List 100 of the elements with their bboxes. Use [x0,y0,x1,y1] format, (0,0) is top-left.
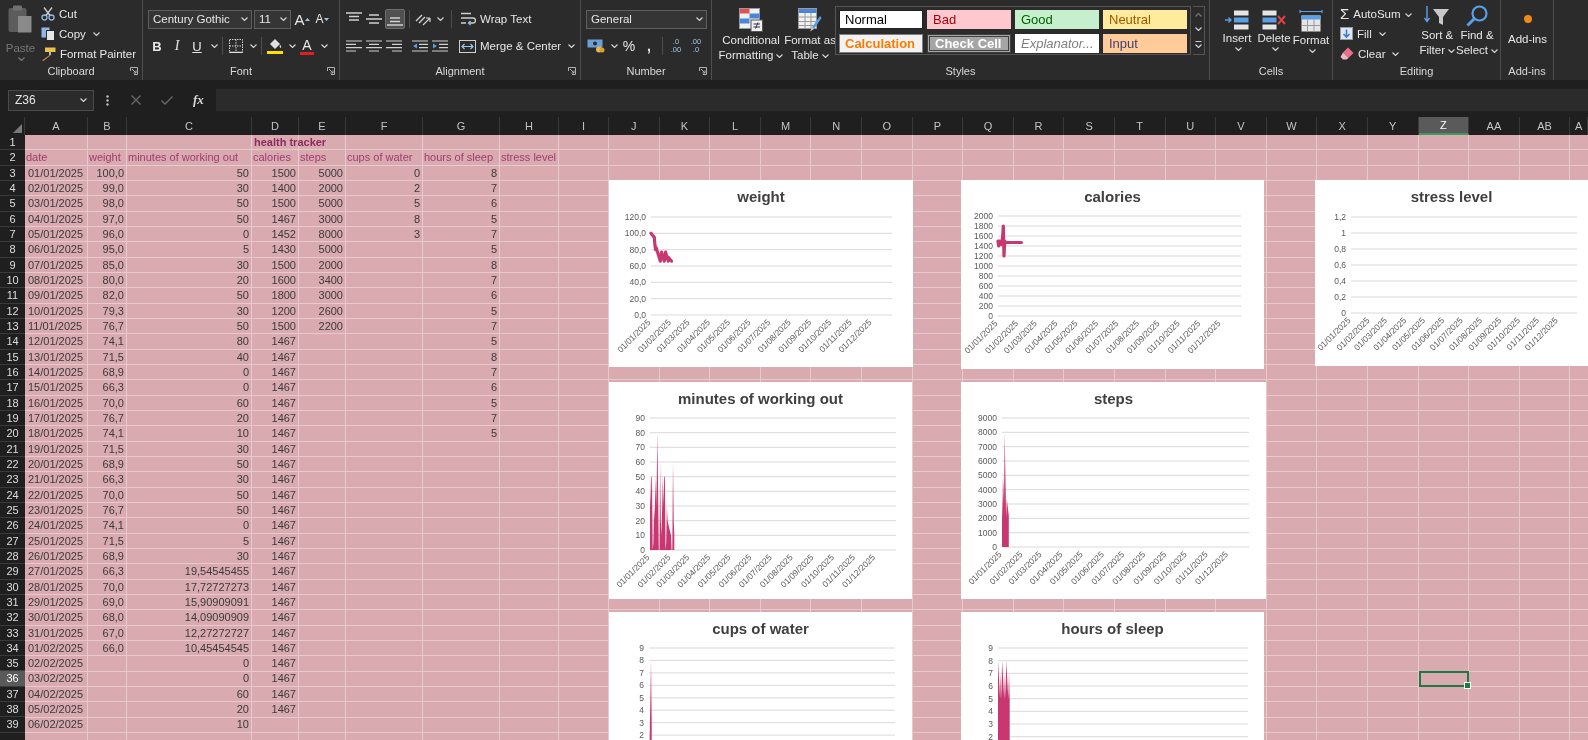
insert-cells-button[interactable]: Insert [1220,8,1254,68]
column-header[interactable]: Y [1367,117,1419,135]
row-header[interactable]: 11 [0,288,25,304]
scroll-up-icon[interactable] [1195,13,1202,17]
format-cells-button[interactable]: Format [1294,8,1328,68]
column-header[interactable]: C [127,117,252,135]
row-header[interactable]: 1 [0,135,25,151]
comma-style-button[interactable]: , [640,36,658,56]
column-header[interactable]: T [1114,117,1166,135]
close-icon[interactable] [131,95,141,105]
name-box[interactable]: Z36 [8,89,94,111]
clear-button[interactable]: Clear [1338,44,1415,63]
merge-center-button[interactable]: Merge & Center [457,36,578,56]
font-color-button[interactable]: A [298,36,316,56]
font-size-dropdown[interactable]: 11 [254,9,291,29]
caret-icon[interactable] [211,44,218,48]
column-header[interactable]: AB [1519,117,1571,135]
column-header[interactable]: E [299,117,346,135]
column-header[interactable]: A [25,117,88,135]
cell-style-option[interactable]: Normal [839,10,923,29]
row-header[interactable]: 14 [0,334,25,350]
cut-button[interactable]: Cut [38,4,138,23]
cell-style-option[interactable]: Input [1103,34,1187,53]
sort-filter-button[interactable]: Sort & Filter [1419,3,1455,63]
column-header[interactable]: M [760,117,812,135]
column-header[interactable]: H [500,117,559,135]
cell-style-option[interactable]: Explanator... [1015,34,1099,53]
fill-button[interactable]: Fill [1338,24,1415,43]
column-header[interactable]: AA [1469,117,1520,135]
format-painter-button[interactable]: Format Painter [38,44,138,63]
expand-gallery-icon[interactable] [1195,41,1202,48]
row-header[interactable]: 17 [0,380,25,396]
caret-icon[interactable] [611,44,618,48]
row-header[interactable]: 29 [0,564,25,580]
cell-style-option[interactable]: Neutral [1103,10,1187,29]
bold-button[interactable]: B [148,36,166,56]
wrap-text-button[interactable]: Wrap Text [459,9,534,29]
caret-icon[interactable] [321,44,328,48]
find-select-button[interactable]: Find & Select [1458,3,1496,63]
checkmark-icon[interactable] [161,95,173,105]
column-header[interactable]: J [609,117,660,135]
column-header[interactable]: A [1570,117,1588,135]
column-header[interactable]: D [252,117,299,135]
row-header[interactable]: 23 [0,472,25,488]
bottom-align-button[interactable] [385,9,405,29]
row-header[interactable]: 5 [0,196,25,212]
row-header[interactable]: 2 [0,150,25,166]
column-header[interactable]: P [912,117,964,135]
borders-button[interactable] [227,36,245,56]
column-header[interactable]: U [1165,117,1217,135]
row-header[interactable]: 26 [0,518,25,534]
underline-button[interactable]: U [188,36,206,56]
row-header[interactable]: 35 [0,656,25,672]
caret-icon[interactable] [437,17,444,21]
caret-icon[interactable] [1405,13,1413,17]
column-header[interactable]: L [710,117,761,135]
column-header[interactable]: B [88,117,127,135]
autosum-button[interactable]: Σ AutoSum [1338,4,1415,23]
insert-function-button[interactable]: fx [193,92,204,108]
font-name-dropdown[interactable]: Century Gothic [148,9,252,29]
delete-cells-button[interactable]: Delete [1257,8,1291,68]
column-header[interactable]: Z [1418,117,1470,135]
scroll-down-icon[interactable] [1195,27,1202,31]
cell-style-option[interactable]: Bad [927,10,1011,29]
caret-icon[interactable] [250,44,257,48]
copy-button[interactable]: Copy [38,24,138,43]
row-header[interactable]: 39 [0,717,25,733]
cell-style-option[interactable]: Good [1015,10,1099,29]
fill-handle[interactable] [1464,681,1472,689]
format-as-table-button[interactable]: Format as Table [787,6,833,66]
italic-button[interactable]: I [168,36,186,56]
launcher-icon[interactable] [327,67,335,75]
column-header[interactable]: F [346,117,423,135]
number-format-dropdown[interactable]: General [586,9,707,29]
column-header[interactable]: I [559,117,609,135]
conditional-formatting-button[interactable]: Conditional Formatting [717,6,785,66]
column-header[interactable]: K [659,117,711,135]
row-header[interactable]: 38 [0,702,25,718]
column-header[interactable]: O [861,117,913,135]
percent-style-button[interactable]: % [620,36,638,56]
row-header[interactable]: 8 [0,242,25,258]
active-cell[interactable] [1418,671,1470,687]
column-header[interactable]: G [423,117,500,135]
caret-icon[interactable] [289,44,296,48]
decrease-font-size-button[interactable]: A [313,9,331,29]
column-header[interactable]: V [1216,117,1267,135]
column-header[interactable]: W [1266,117,1318,135]
column-header[interactable]: N [811,117,862,135]
launcher-icon[interactable] [699,67,707,75]
row-header[interactable]: 20 [0,426,25,442]
column-header[interactable]: X [1317,117,1368,135]
column-header[interactable]: Q [963,117,1014,135]
column-header[interactable]: S [1064,117,1115,135]
row-header[interactable]: 36 [0,671,25,687]
column-header[interactable]: R [1013,117,1065,135]
launcher-icon[interactable] [568,67,576,75]
increase-font-size-button[interactable]: A [293,9,311,29]
fill-color-button[interactable] [266,36,284,56]
launcher-icon[interactable] [130,67,138,75]
more-options-icon[interactable] [106,94,109,106]
